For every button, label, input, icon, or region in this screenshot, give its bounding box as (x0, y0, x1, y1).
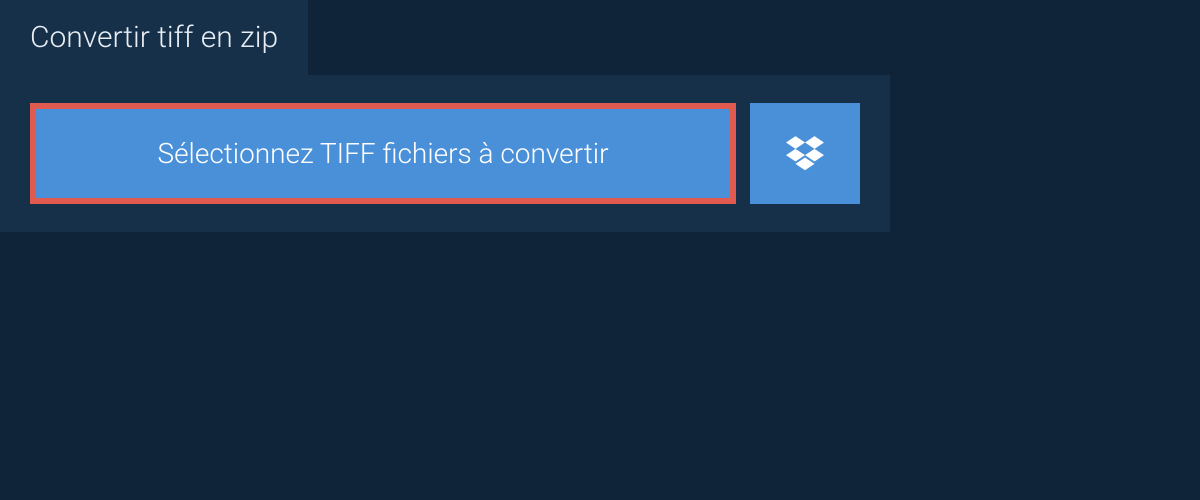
select-files-button[interactable]: Sélectionnez TIFF fichiers à convertir (30, 103, 736, 204)
select-files-label: Sélectionnez TIFF fichiers à convertir (157, 137, 608, 170)
page-title: Convertir tiff en zip (30, 20, 278, 55)
page-title-tab: Convertir tiff en zip (0, 0, 308, 75)
dropbox-button[interactable] (750, 103, 860, 204)
dropbox-icon (786, 133, 824, 175)
upload-panel: Sélectionnez TIFF fichiers à convertir (0, 75, 890, 232)
button-row: Sélectionnez TIFF fichiers à convertir (30, 103, 860, 204)
